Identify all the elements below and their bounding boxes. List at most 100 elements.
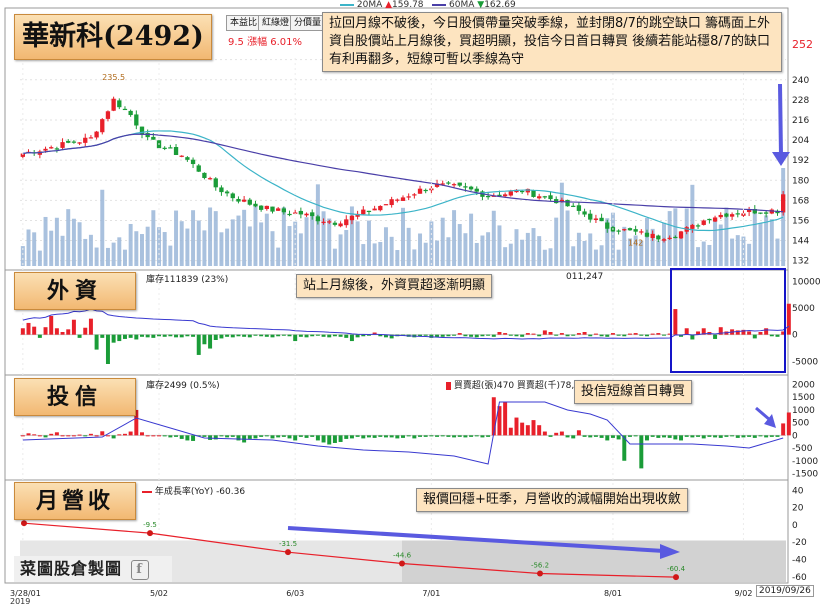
ma60-legend-name: 60MA	[449, 0, 475, 10]
volume-bar	[616, 249, 621, 266]
trust-bar	[571, 435, 576, 439]
trust-bar	[752, 435, 757, 438]
candle-body	[372, 208, 377, 211]
foreign-bar	[111, 334, 116, 343]
candle-body	[88, 137, 94, 139]
candle-body	[264, 205, 269, 210]
trust-bar	[588, 435, 593, 438]
foreign-bar	[242, 334, 247, 337]
candle-body	[616, 230, 621, 232]
trust-bar	[605, 435, 610, 441]
price-y-tick: 228	[792, 96, 809, 106]
candle-body	[151, 136, 156, 140]
candle	[71, 140, 77, 144]
foreign-bar	[452, 334, 457, 336]
candle-body	[661, 239, 667, 241]
volume-bar	[162, 232, 167, 266]
foreign-bar	[588, 334, 593, 337]
tab-traffic-light[interactable]: 紅綠燈	[258, 15, 294, 31]
foreign-bar	[168, 334, 173, 337]
foreign-bar	[656, 333, 661, 335]
candle-body	[758, 212, 763, 214]
trust-bar	[474, 435, 479, 437]
foreign-bar	[71, 319, 76, 335]
price-y-tick: 192	[792, 156, 809, 166]
trust-bar	[264, 435, 269, 437]
candle	[253, 200, 258, 208]
volume-bar	[503, 247, 508, 266]
foreign-bar	[202, 334, 207, 345]
candle-body	[213, 178, 218, 188]
trust-bar	[389, 435, 394, 438]
candle-body	[735, 213, 740, 215]
candle-body	[588, 213, 593, 220]
candle-body	[327, 221, 332, 223]
trust-bar	[610, 435, 615, 438]
candle-body	[253, 203, 258, 207]
candle	[173, 144, 179, 156]
volume-bar	[310, 215, 315, 266]
foreign-bar	[83, 327, 88, 335]
revenue-annotation: 報價回穩+旺季，月營收的減幅開始出現收斂	[416, 488, 688, 512]
candle	[383, 204, 389, 206]
trust-bar	[690, 435, 695, 438]
candle-body	[690, 224, 695, 229]
foreign-bar	[117, 334, 122, 342]
watermark-text: 菜圖股倉製圖	[20, 559, 123, 578]
foreign-bar	[469, 334, 474, 337]
volume-bar	[242, 209, 247, 266]
trust-arrow-shaft	[755, 406, 771, 422]
trust-bar	[378, 435, 383, 437]
candle-body	[145, 133, 150, 138]
candle-body	[707, 218, 712, 221]
candle	[298, 207, 304, 219]
foreign-bar	[60, 332, 65, 335]
trust-bar	[627, 435, 632, 437]
volume-bar	[735, 235, 740, 266]
facebook-icon: f	[130, 559, 149, 580]
volume-bar	[247, 226, 252, 266]
trust-bar	[49, 433, 54, 436]
volume-bar	[389, 236, 394, 266]
tab-price-volume[interactable]: 分價量	[290, 15, 326, 31]
volume-bar	[531, 228, 536, 266]
volume-bar	[593, 249, 598, 266]
trust-bar	[758, 435, 763, 437]
candle	[54, 146, 60, 153]
ma60-legend-line	[432, 3, 447, 6]
candle-body	[468, 186, 474, 190]
candle-body	[196, 165, 201, 172]
foreign-bar	[304, 334, 309, 338]
candle-body	[724, 213, 729, 217]
trust-bar	[650, 435, 655, 437]
trust-legend-text: 買賣超(張)470 買賣超(千)78,	[453, 381, 575, 391]
revenue-yoy-point	[21, 520, 27, 527]
trust-bar	[191, 435, 196, 441]
candle-body	[304, 213, 309, 216]
volume-bar	[576, 232, 581, 266]
tab-pe-ratio[interactable]: 本益比	[226, 15, 262, 31]
candle-body	[576, 205, 582, 211]
trust-bar	[100, 431, 105, 436]
volume-bar	[554, 217, 559, 266]
foreign-bar	[247, 334, 252, 338]
foreign-bar	[94, 334, 99, 350]
foreign-bar	[440, 334, 445, 337]
candle-body	[605, 222, 610, 229]
foreign-bar	[582, 332, 587, 335]
trust-bar	[202, 435, 207, 437]
foreign-bar	[662, 334, 666, 336]
x-axis-tick: 7/01	[422, 589, 440, 598]
candle-body	[673, 236, 678, 239]
candle-body	[519, 190, 525, 193]
foreign-bar	[281, 334, 286, 336]
foreign-bar	[293, 334, 298, 342]
candle	[361, 206, 366, 215]
volume-bar	[713, 218, 718, 266]
candle	[332, 220, 338, 227]
trust-bar	[66, 435, 71, 437]
candle-body	[207, 178, 213, 180]
trust-bar	[259, 435, 264, 437]
candle	[571, 203, 576, 208]
candle-body	[582, 211, 587, 215]
